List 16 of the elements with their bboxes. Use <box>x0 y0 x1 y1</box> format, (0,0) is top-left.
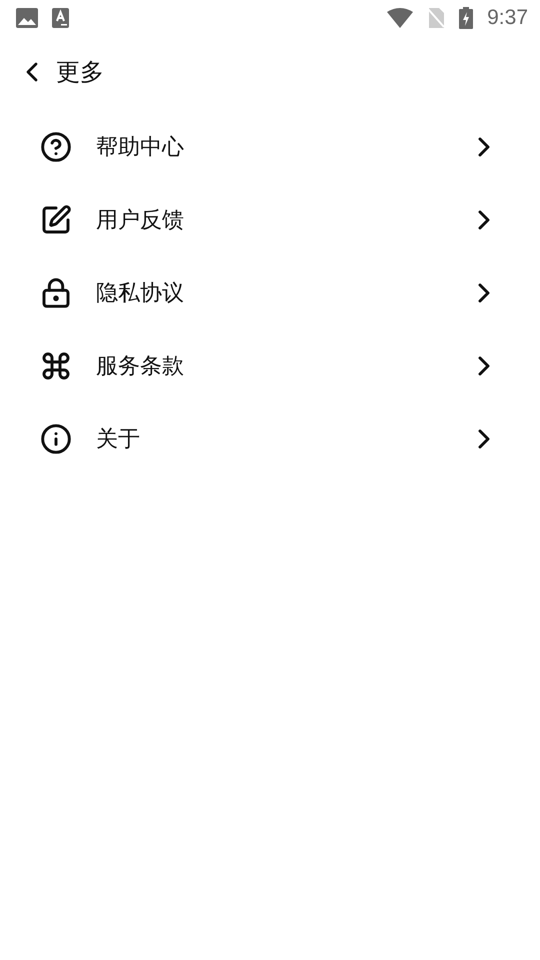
page-title: 更多 <box>56 57 104 88</box>
menu-item[interactable]: 隐私协议 <box>40 256 500 329</box>
help-icon <box>40 130 72 162</box>
menu-item[interactable]: 关于 <box>40 402 500 475</box>
menu-item[interactable]: 服务条款 <box>40 329 500 402</box>
command-icon <box>40 350 72 382</box>
no-sim-icon <box>427 8 446 28</box>
menu-item[interactable]: 帮助中心 <box>40 110 500 183</box>
menu-item[interactable]: 用户反馈 <box>40 183 500 256</box>
status-time: 9:37 <box>487 6 528 30</box>
wifi-icon <box>387 8 414 28</box>
info-icon <box>40 422 72 454</box>
battery-charging-icon <box>459 7 474 29</box>
lock-icon <box>40 276 72 308</box>
edit-icon <box>40 204 72 236</box>
image-icon <box>16 8 38 28</box>
